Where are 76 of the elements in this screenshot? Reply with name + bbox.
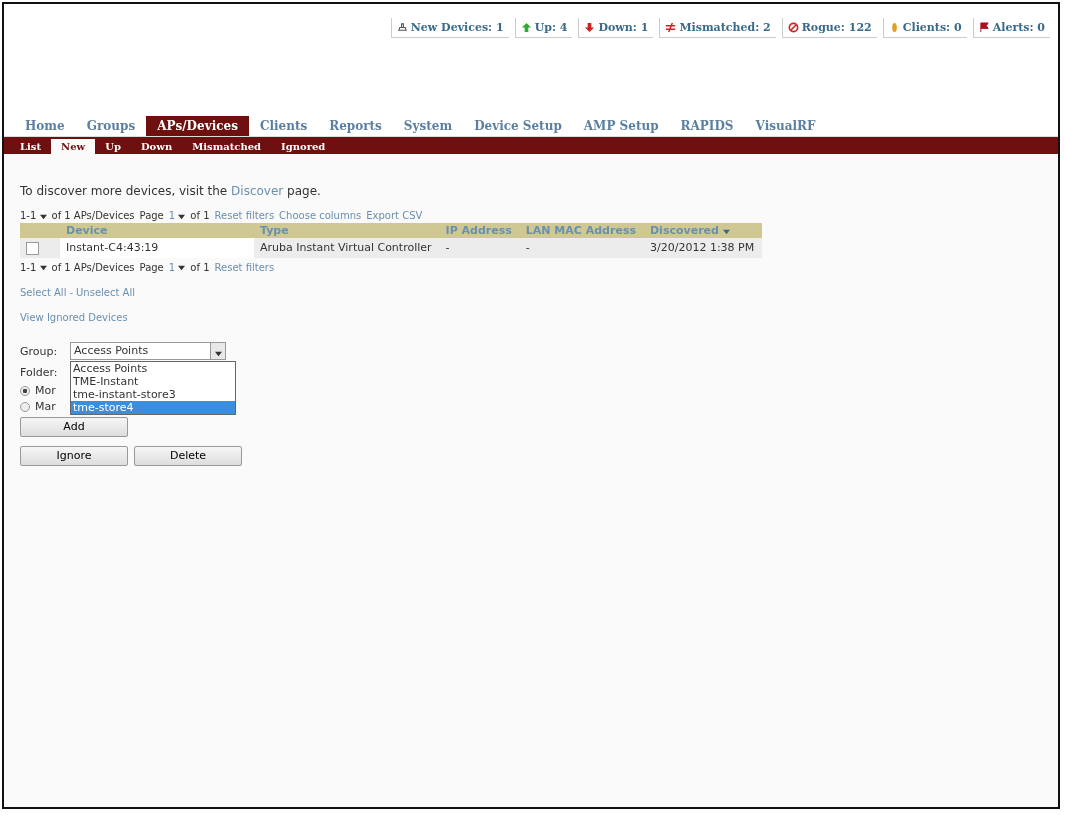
radio-label: Mor (35, 384, 56, 397)
nav-tab[interactable]: VisualRF (744, 116, 827, 136)
nav-tab[interactable]: System (392, 116, 464, 136)
intro-text-end: page. (287, 184, 321, 198)
pages-text: of 1 (190, 210, 210, 221)
dropdown-option[interactable]: Access Points (71, 361, 235, 375)
page-select[interactable]: 1 (168, 261, 186, 273)
sub-tab[interactable]: Mismatched (182, 139, 272, 154)
nav-tab[interactable]: Device Setup (463, 116, 573, 136)
status-link[interactable]: New Devices: 1 (390, 18, 509, 38)
table-cell: Instant-C4:43:19 (60, 238, 254, 258)
nav-tab[interactable]: RAPIDS (669, 116, 745, 136)
dropdown-option[interactable]: TME-Instant (71, 374, 235, 388)
table-cell: - (439, 238, 520, 258)
nav-tab[interactable]: Home (14, 116, 76, 136)
sub-tab[interactable]: List (10, 139, 52, 154)
caret-icon (178, 212, 186, 220)
sub-tab[interactable]: Up (95, 139, 131, 154)
nav-tab[interactable]: AMP Setup (572, 116, 670, 136)
nav-tab[interactable]: Clients (248, 116, 319, 136)
page-label: Page (139, 210, 164, 221)
flag-icon (978, 22, 990, 33)
view-ignored-link[interactable]: View Ignored Devices (20, 311, 128, 323)
table-cell: 3/20/2012 1:38 PM (644, 238, 763, 258)
folder-label: Folder: (20, 365, 59, 379)
table-header-cell (20, 223, 60, 238)
status-link[interactable]: Up: 4 (514, 18, 573, 38)
group-select[interactable]: Access Points (70, 342, 226, 360)
page-label: Page (139, 261, 164, 273)
status-link[interactable]: Rogue: 122 (781, 18, 877, 38)
pages-text: of 1 (190, 261, 210, 273)
sort-icon (722, 227, 730, 235)
nav-tab[interactable]: APs/Devices (146, 116, 249, 136)
total-text: of 1 APs/Devices (51, 261, 135, 273)
table-cell: - (519, 238, 644, 258)
table-cell: Aruba Instant Virtual Controller (254, 238, 440, 258)
caret-icon (39, 212, 47, 220)
status-link[interactable]: Alerts: 0 (972, 18, 1050, 38)
radio-button[interactable] (20, 385, 30, 396)
sub-tab[interactable]: New (51, 139, 96, 154)
down-arrow-icon (584, 22, 596, 33)
discover-link[interactable]: Discover (231, 184, 284, 198)
prohibited-icon (787, 22, 799, 33)
nav-tab[interactable]: Reports (318, 116, 393, 136)
up-arrow-icon (520, 22, 532, 33)
status-link[interactable]: Down: 1 (578, 18, 654, 38)
intro-text: To discover more devices, visit the (20, 184, 228, 198)
pager-link[interactable]: Reset filters (214, 261, 275, 273)
pager-link[interactable]: Export CSV (366, 210, 423, 221)
action-button[interactable]: Ignore (20, 445, 128, 466)
status-link[interactable]: Clients: 0 (882, 18, 967, 38)
add-button[interactable]: Add (20, 416, 128, 437)
separator-text: - (69, 286, 74, 298)
group-label: Group: (20, 344, 59, 358)
radio-label: Mar (35, 400, 56, 413)
device-icon (396, 22, 408, 33)
radio-button[interactable] (20, 401, 30, 412)
pager-link[interactable]: Choose columns (279, 210, 362, 221)
select-all-link[interactable]: Select All (20, 286, 67, 298)
sub-tab[interactable]: Down (130, 139, 183, 154)
sub-tab[interactable]: Ignored (271, 139, 336, 154)
nav-tab[interactable]: Groups (75, 116, 147, 136)
caret-icon (178, 264, 186, 271)
total-text: of 1 APs/Devices (51, 210, 135, 221)
range-select[interactable]: 1-1 (20, 210, 47, 221)
caret-icon (39, 264, 47, 271)
not-equal-icon (665, 22, 677, 33)
page-select[interactable]: 1 (168, 210, 186, 221)
unselect-all-link[interactable]: Unselect All (76, 286, 135, 298)
dropdown-option[interactable]: tme-instant-store3 (71, 387, 235, 401)
range-select[interactable]: 1-1 (20, 261, 47, 273)
action-button[interactable]: Delete (134, 445, 242, 466)
row-checkbox[interactable] (26, 241, 39, 255)
pager-link[interactable]: Reset filters (214, 210, 275, 221)
dropdown-option[interactable]: tme-store4 (71, 400, 235, 414)
status-link[interactable]: Mismatched: 2 (659, 18, 776, 38)
